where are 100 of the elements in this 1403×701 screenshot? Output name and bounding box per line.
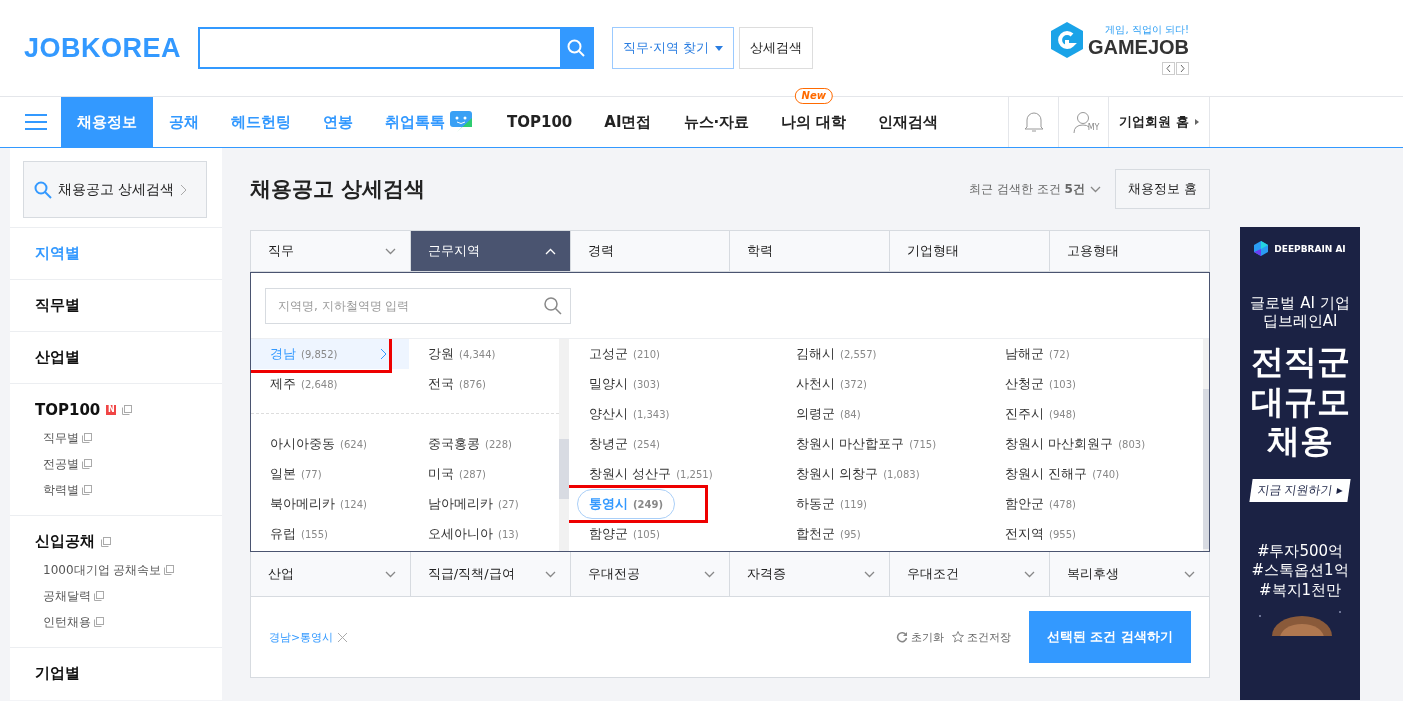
new-badge: New <box>794 88 833 104</box>
filter-tab[interactable]: 학력 <box>730 230 891 272</box>
previous-button[interactable] <box>1162 62 1175 75</box>
chevron-down-icon <box>704 570 716 578</box>
city-item[interactable]: 고성군 (210) <box>577 339 672 369</box>
new-window-icon <box>82 433 92 443</box>
detail-search-link[interactable]: 채용공고 상세검색 <box>23 161 207 218</box>
chevron-down-icon <box>384 570 396 578</box>
new-window-icon <box>164 565 175 575</box>
city-item[interactable]: 진주시 (948) <box>993 399 1088 429</box>
city-item[interactable]: 산청군 (103) <box>993 369 1088 399</box>
country-item[interactable]: 중국홍콩 (228) <box>409 429 559 459</box>
filter-tab[interactable]: 복리후생 <box>1050 552 1210 597</box>
scrollbar[interactable] <box>559 339 569 551</box>
country-item[interactable]: 오세아니아 (13) <box>409 519 559 549</box>
my-page-button[interactable]: MY <box>1059 97 1110 147</box>
company-home-link[interactable]: 기업회원 홈 <box>1109 97 1210 147</box>
sidebar-item[interactable]: 산업별 <box>35 332 80 383</box>
gamejob-logo[interactable]: GAMEJOB <box>1087 37 1189 57</box>
country-item[interactable]: 미국 (287) <box>409 459 559 489</box>
sidebar-item[interactable]: 기업별 <box>35 648 80 699</box>
region-search-field[interactable]: 지역명, 지하철역명 입력 <box>265 288 571 324</box>
filter-tab[interactable]: 근무지역 <box>410 230 571 272</box>
city-item[interactable]: 창원시 의창구 (1,083) <box>784 459 932 489</box>
filter-tab[interactable]: 기업형태 <box>890 230 1051 272</box>
city-item[interactable]: 의령군 (84) <box>784 399 873 429</box>
chevron-right-icon <box>180 183 188 196</box>
sidebar-item[interactable]: 직무별 <box>35 280 80 331</box>
sidebar-subitem[interactable]: 전공별 <box>43 451 222 477</box>
city-item[interactable]: 창원시 마산합포구 (715) <box>784 429 949 459</box>
filter-tab[interactable]: 우대조건 <box>890 552 1051 597</box>
filter-tab[interactable]: 경력 <box>570 230 731 272</box>
filter-tab[interactable]: 산업 <box>250 552 411 597</box>
province-item[interactable]: 제주 (2,648) <box>251 369 409 399</box>
ad-banner[interactable]: DEEPBRAIN AI 글로벌 AI 기업 딥브레인AI 전직군 대규모 채용 지금 지원하기 ▸ #투자500억 #스톡옵션1억 #복지1천만 <box>1240 227 1360 700</box>
sidebar-subitem[interactable]: 인턴채용 <box>43 609 222 635</box>
ad-subtitle: 딥브레인AI <box>1262 312 1338 330</box>
chevron-right-icon <box>380 348 387 360</box>
sidebar-subitem[interactable]: 학력별 <box>43 477 222 503</box>
nav-tab[interactable]: AI면접 <box>588 97 668 147</box>
chevron-down-icon <box>544 570 556 578</box>
city-item[interactable]: 하동군 (119) <box>784 489 879 519</box>
city-item[interactable]: 전지역 (955) <box>993 519 1088 549</box>
next-button[interactable] <box>1176 62 1189 75</box>
filter-tab[interactable]: 직무 <box>250 230 411 272</box>
sidebar-subitem[interactable]: 직무별 <box>43 425 222 451</box>
promo-tagline: 게임, 직업이 되다! <box>1105 23 1189 37</box>
city-item[interactable]: 김해시 (2,557) <box>784 339 889 369</box>
city-item[interactable]: 밀양시 (303) <box>577 369 672 399</box>
chevron-down-icon <box>1024 570 1036 578</box>
nav-tab[interactable]: 인재검색 <box>862 97 955 147</box>
ad-headline: 전직군 <box>1250 342 1350 382</box>
country-item[interactable]: 북아메리카 (124) <box>251 489 409 519</box>
selected-condition-tag: 경남>통영시 <box>269 629 334 645</box>
new-window-icon <box>94 591 104 601</box>
recent-search-dropdown[interactable]: 최근 검색한 조건 5건 <box>963 179 1107 199</box>
filter-tab[interactable]: 고용형태 <box>1050 230 1210 272</box>
sidebar-subitem[interactable]: 공채달력 <box>43 583 222 609</box>
nav-tab[interactable]: TOP100 <box>491 97 589 147</box>
search-icon <box>34 180 52 199</box>
country-item[interactable]: 일본 (77) <box>251 459 409 489</box>
province-item[interactable]: 강원 (4,344) <box>409 339 559 369</box>
city-item[interactable]: 창원시 마산회원구 (803) <box>993 429 1158 459</box>
city-item[interactable]: 양산시 (1,343) <box>577 399 682 429</box>
sidebar-subitem[interactable]: 1000대기업 공채속보 <box>43 557 222 583</box>
nav-tab[interactable]: 뉴스·자료 <box>667 97 766 147</box>
scrollbar[interactable] <box>1203 339 1209 551</box>
city-item[interactable]: 창녕군 (254) <box>577 429 672 459</box>
home-button[interactable]: 채용정보 홈 <box>1114 169 1210 209</box>
country-item[interactable]: 남아메리카 (27) <box>409 489 559 519</box>
detail-search-button[interactable]: 상세검색 <box>739 27 814 69</box>
search-icon <box>567 39 585 57</box>
filter-tab[interactable]: 직급/직책/급여 <box>410 552 571 597</box>
caret-icon <box>1195 119 1199 125</box>
job-region-finder-button[interactable]: 직무·지역 찾기 <box>612 27 735 69</box>
city-item[interactable]: 남해군 (72) <box>993 339 1082 369</box>
ad-headline: 채용 <box>1267 421 1333 461</box>
menu-icon <box>24 114 47 130</box>
country-item[interactable]: 아시아중동 (624) <box>251 429 409 459</box>
save-condition-button[interactable]: 조건저장 <box>947 629 1015 645</box>
city-item[interactable]: 함양군 (105) <box>577 519 672 549</box>
new-window-icon <box>101 536 111 547</box>
city-item[interactable]: 창원시 성산구 (1,251) <box>577 459 725 489</box>
city-item[interactable]: 함안군 (478) <box>993 489 1088 519</box>
province-item[interactable]: 전국 (876) <box>409 369 559 399</box>
refresh-icon <box>895 631 908 643</box>
search-button[interactable] <box>560 29 592 67</box>
ad-headline: 대규모 <box>1250 381 1350 422</box>
city-item[interactable]: 사천시 (372) <box>784 369 879 399</box>
apply-button[interactable]: 지금 지원하기 ▸ <box>1249 478 1351 502</box>
country-item[interactable]: 유럽 (155) <box>251 519 409 549</box>
filter-tab[interactable]: 자격증 <box>730 552 891 597</box>
filter-tab[interactable]: 우대전공 <box>570 552 731 597</box>
search-field[interactable] <box>198 27 594 69</box>
hexagon-logo-icon <box>1049 21 1084 59</box>
city-item[interactable]: 창원시 진해구 (740) <box>993 459 1132 489</box>
page-title: 채용공고 상세검색 <box>250 176 426 203</box>
city-item[interactable]: 합천군 (95) <box>784 519 873 549</box>
reset-button[interactable]: 초기화 <box>891 629 948 645</box>
search-icon <box>544 297 562 315</box>
